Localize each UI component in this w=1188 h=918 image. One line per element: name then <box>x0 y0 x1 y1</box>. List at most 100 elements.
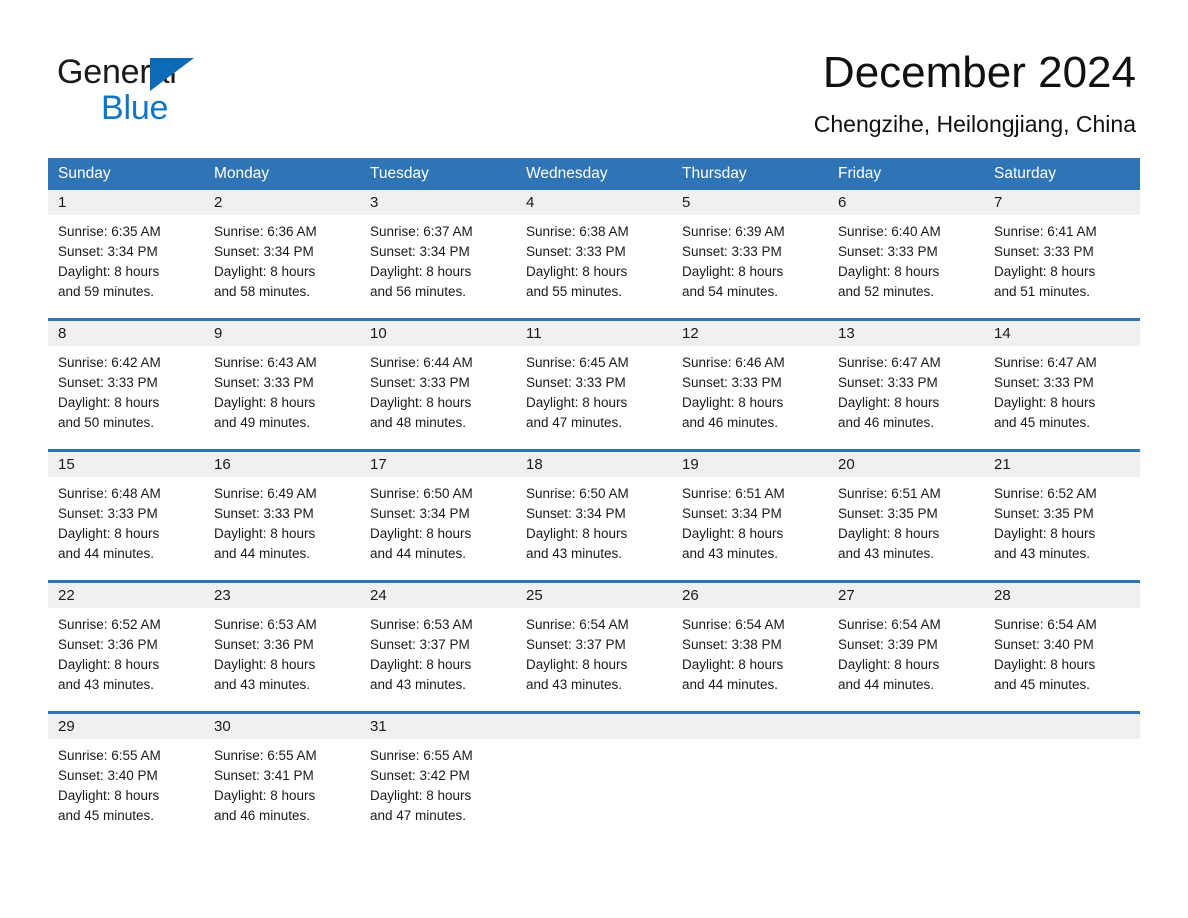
day-number[interactable]: 13 <box>828 321 984 346</box>
day-cell[interactable]: Sunrise: 6:53 AM Sunset: 3:36 PM Dayligh… <box>204 608 360 701</box>
day-number[interactable]: 10 <box>360 321 516 346</box>
day-cell[interactable]: Sunrise: 6:52 AM Sunset: 3:36 PM Dayligh… <box>48 608 204 701</box>
day-number-empty <box>984 714 1140 739</box>
daylight-text-line1: Daylight: 8 hours <box>838 264 940 279</box>
day-number[interactable]: 17 <box>360 452 516 477</box>
sunset-text: Sunset: 3:42 PM <box>370 768 470 783</box>
day-number[interactable]: 14 <box>984 321 1140 346</box>
day-number[interactable]: 30 <box>204 714 360 739</box>
daylight-text-line1: Daylight: 8 hours <box>370 657 472 672</box>
sunrise-text: Sunrise: 6:54 AM <box>526 617 629 632</box>
day-cell[interactable]: Sunrise: 6:55 AM Sunset: 3:42 PM Dayligh… <box>360 739 516 832</box>
day-number[interactable]: 4 <box>516 190 672 215</box>
sunrise-text: Sunrise: 6:55 AM <box>214 748 317 763</box>
day-number[interactable]: 9 <box>204 321 360 346</box>
day-cell[interactable]: Sunrise: 6:50 AM Sunset: 3:34 PM Dayligh… <box>360 477 516 570</box>
sunset-text: Sunset: 3:40 PM <box>58 768 158 783</box>
day-number[interactable]: 3 <box>360 190 516 215</box>
day-number[interactable]: 19 <box>672 452 828 477</box>
daylight-text-line1: Daylight: 8 hours <box>526 657 628 672</box>
day-cell[interactable]: Sunrise: 6:55 AM Sunset: 3:40 PM Dayligh… <box>48 739 204 832</box>
sunset-text: Sunset: 3:38 PM <box>682 637 782 652</box>
day-number[interactable]: 12 <box>672 321 828 346</box>
day-number[interactable]: 20 <box>828 452 984 477</box>
day-cell[interactable]: Sunrise: 6:55 AM Sunset: 3:41 PM Dayligh… <box>204 739 360 832</box>
day-cell[interactable]: Sunrise: 6:41 AM Sunset: 3:33 PM Dayligh… <box>984 215 1140 308</box>
day-cell[interactable]: Sunrise: 6:42 AM Sunset: 3:33 PM Dayligh… <box>48 346 204 439</box>
day-number[interactable]: 8 <box>48 321 204 346</box>
day-number[interactable]: 31 <box>360 714 516 739</box>
daylight-text-line1: Daylight: 8 hours <box>994 264 1096 279</box>
daylight-text-line2: and 49 minutes. <box>214 415 311 430</box>
daylight-text-line2: and 59 minutes. <box>58 284 155 299</box>
sunrise-text: Sunrise: 6:38 AM <box>526 224 629 239</box>
day-number[interactable]: 6 <box>828 190 984 215</box>
sunrise-text: Sunrise: 6:55 AM <box>58 748 161 763</box>
sunrise-text: Sunrise: 6:49 AM <box>214 486 317 501</box>
day-number[interactable]: 11 <box>516 321 672 346</box>
day-number[interactable]: 27 <box>828 583 984 608</box>
day-number[interactable]: 21 <box>984 452 1140 477</box>
day-cell[interactable]: Sunrise: 6:53 AM Sunset: 3:37 PM Dayligh… <box>360 608 516 701</box>
day-cell[interactable]: Sunrise: 6:48 AM Sunset: 3:33 PM Dayligh… <box>48 477 204 570</box>
day-cell[interactable]: Sunrise: 6:45 AM Sunset: 3:33 PM Dayligh… <box>516 346 672 439</box>
sunrise-text: Sunrise: 6:35 AM <box>58 224 161 239</box>
day-cell[interactable]: Sunrise: 6:40 AM Sunset: 3:33 PM Dayligh… <box>828 215 984 308</box>
day-number[interactable]: 18 <box>516 452 672 477</box>
day-number[interactable]: 29 <box>48 714 204 739</box>
daylight-text-line2: and 43 minutes. <box>994 546 1091 561</box>
day-cell[interactable]: Sunrise: 6:37 AM Sunset: 3:34 PM Dayligh… <box>360 215 516 308</box>
day-cell[interactable]: Sunrise: 6:51 AM Sunset: 3:35 PM Dayligh… <box>828 477 984 570</box>
daylight-text-line1: Daylight: 8 hours <box>682 526 784 541</box>
day-number-empty <box>828 714 984 739</box>
general-blue-logo: General Blue <box>57 52 287 127</box>
daylight-text-line2: and 47 minutes. <box>370 808 467 823</box>
day-number[interactable]: 22 <box>48 583 204 608</box>
day-number[interactable]: 16 <box>204 452 360 477</box>
day-number[interactable]: 26 <box>672 583 828 608</box>
week-row: 29 30 31 Sunrise: 6:55 AM Sunset: 3:40 P… <box>48 711 1140 832</box>
day-number[interactable]: 28 <box>984 583 1140 608</box>
week-detail-band: Sunrise: 6:48 AM Sunset: 3:33 PM Dayligh… <box>48 477 1140 570</box>
week-daynumber-band: 29 30 31 <box>48 714 1140 739</box>
day-cell[interactable]: Sunrise: 6:47 AM Sunset: 3:33 PM Dayligh… <box>984 346 1140 439</box>
day-cell[interactable]: Sunrise: 6:35 AM Sunset: 3:34 PM Dayligh… <box>48 215 204 308</box>
day-number[interactable]: 2 <box>204 190 360 215</box>
day-number[interactable]: 25 <box>516 583 672 608</box>
day-number[interactable]: 24 <box>360 583 516 608</box>
sunset-text: Sunset: 3:34 PM <box>370 244 470 259</box>
day-number[interactable]: 7 <box>984 190 1140 215</box>
day-cell[interactable]: Sunrise: 6:38 AM Sunset: 3:33 PM Dayligh… <box>516 215 672 308</box>
day-cell[interactable]: Sunrise: 6:54 AM Sunset: 3:38 PM Dayligh… <box>672 608 828 701</box>
day-number[interactable]: 1 <box>48 190 204 215</box>
day-cell[interactable]: Sunrise: 6:51 AM Sunset: 3:34 PM Dayligh… <box>672 477 828 570</box>
daylight-text-line2: and 45 minutes. <box>994 415 1091 430</box>
daylight-text-line2: and 44 minutes. <box>682 677 779 692</box>
weekday-wednesday: Wednesday <box>526 165 608 182</box>
day-cell[interactable]: Sunrise: 6:50 AM Sunset: 3:34 PM Dayligh… <box>516 477 672 570</box>
day-number[interactable]: 5 <box>672 190 828 215</box>
day-cell[interactable]: Sunrise: 6:39 AM Sunset: 3:33 PM Dayligh… <box>672 215 828 308</box>
daylight-text-line1: Daylight: 8 hours <box>214 526 316 541</box>
day-cell[interactable]: Sunrise: 6:43 AM Sunset: 3:33 PM Dayligh… <box>204 346 360 439</box>
day-cell[interactable]: Sunrise: 6:44 AM Sunset: 3:33 PM Dayligh… <box>360 346 516 439</box>
daylight-text-line1: Daylight: 8 hours <box>838 395 940 410</box>
title-block: December 2024 Chengzihe, Heilongjiang, C… <box>814 46 1136 138</box>
day-cell[interactable]: Sunrise: 6:47 AM Sunset: 3:33 PM Dayligh… <box>828 346 984 439</box>
sunset-text: Sunset: 3:37 PM <box>526 637 626 652</box>
calendar-page: General Blue December 2024 Chengzihe, He… <box>0 0 1188 918</box>
day-cell[interactable]: Sunrise: 6:54 AM Sunset: 3:39 PM Dayligh… <box>828 608 984 701</box>
day-number[interactable]: 15 <box>48 452 204 477</box>
day-cell-empty <box>516 739 672 832</box>
weekday-sunday: Sunday <box>58 165 111 182</box>
day-cell[interactable]: Sunrise: 6:52 AM Sunset: 3:35 PM Dayligh… <box>984 477 1140 570</box>
day-cell[interactable]: Sunrise: 6:54 AM Sunset: 3:37 PM Dayligh… <box>516 608 672 701</box>
sunrise-text: Sunrise: 6:53 AM <box>214 617 317 632</box>
day-number[interactable]: 23 <box>204 583 360 608</box>
day-cell[interactable]: Sunrise: 6:36 AM Sunset: 3:34 PM Dayligh… <box>204 215 360 308</box>
week-row: 1 2 3 4 5 6 7 Sunrise: 6:35 AM Sunset: 3… <box>48 190 1140 308</box>
day-cell[interactable]: Sunrise: 6:54 AM Sunset: 3:40 PM Dayligh… <box>984 608 1140 701</box>
day-cell[interactable]: Sunrise: 6:49 AM Sunset: 3:33 PM Dayligh… <box>204 477 360 570</box>
sunrise-text: Sunrise: 6:55 AM <box>370 748 473 763</box>
day-cell[interactable]: Sunrise: 6:46 AM Sunset: 3:33 PM Dayligh… <box>672 346 828 439</box>
